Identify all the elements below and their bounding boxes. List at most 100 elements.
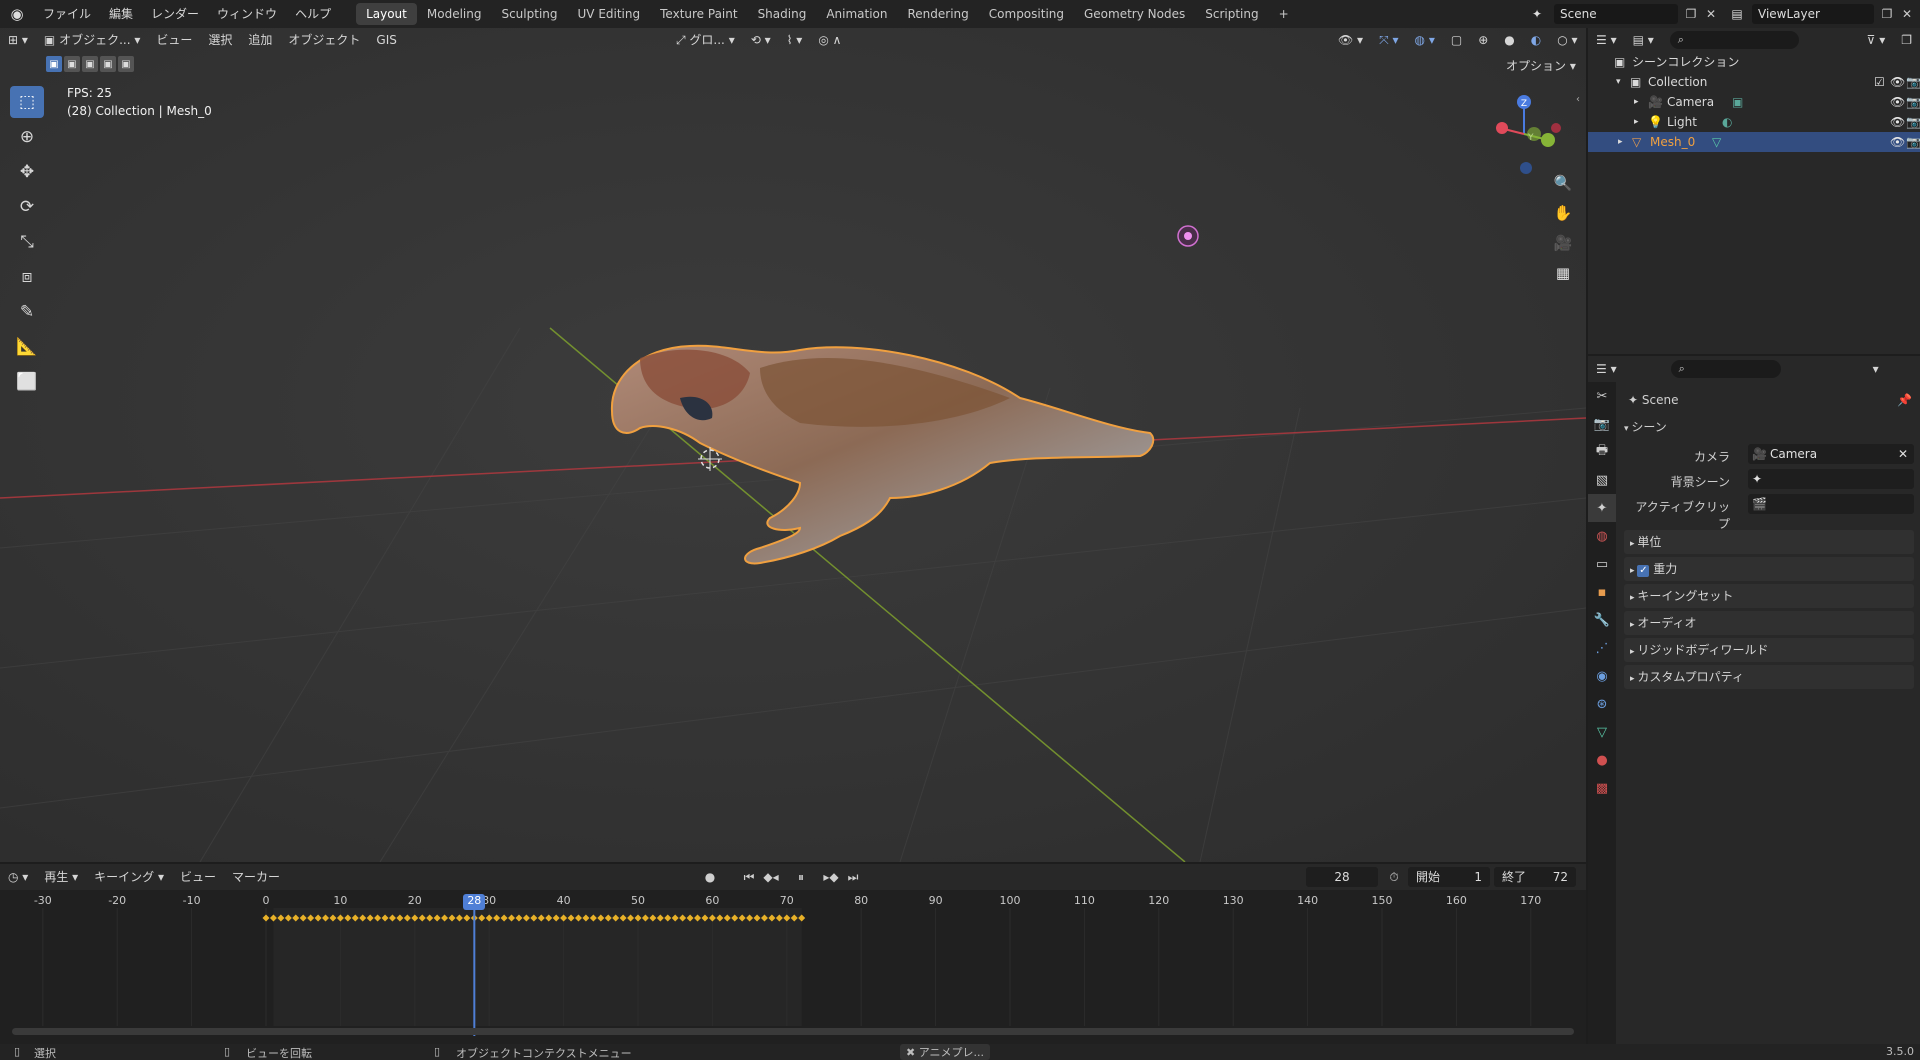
tab-layout[interactable]: Layout <box>356 3 417 25</box>
timeline-editor-type-icon[interactable]: ◷ ▾ <box>0 867 36 887</box>
physics-tab-icon[interactable]: ◉ <box>1588 662 1616 690</box>
object-tab-icon[interactable]: ▪ <box>1588 578 1616 606</box>
display-mode-icon[interactable]: ▤ ▾ <box>1625 30 1662 50</box>
keyframe[interactable] <box>262 914 270 922</box>
select-subtract-icon[interactable]: ▣ <box>82 56 98 72</box>
active-clip-field[interactable]: 🎬 <box>1748 494 1914 514</box>
start-frame-field[interactable]: 開始 1 <box>1408 867 1490 887</box>
menu-window[interactable]: ウィンドウ <box>208 0 286 28</box>
tab-scripting[interactable]: Scripting <box>1195 3 1268 25</box>
camera-render-icon[interactable]: 📷 <box>1906 92 1920 112</box>
outliner-row-light[interactable]: ▸ 💡 Light ◐ 👁 📷 <box>1588 112 1920 132</box>
move-tool-icon[interactable]: ✥ <box>10 156 44 188</box>
filter-icon[interactable]: ⊽ ▾ <box>1859 30 1894 50</box>
expand-camera-icon[interactable]: ▸ <box>1634 92 1639 112</box>
select-invert-icon[interactable]: ▣ <box>100 56 116 72</box>
annotate-tool-icon[interactable]: ✎ <box>10 296 44 328</box>
zoom-icon[interactable]: 🔍 <box>1550 170 1576 196</box>
transform-tool-icon[interactable]: ⧈ <box>10 261 44 293</box>
tab-animation[interactable]: Animation <box>816 3 897 25</box>
collection-eye-icon[interactable]: 👁 <box>1890 72 1905 92</box>
editor-type-icon[interactable]: ⊞ ▾ <box>0 30 36 50</box>
collection-render-icon[interactable]: 📷 <box>1906 72 1920 92</box>
material-tab-icon[interactable]: ● <box>1588 746 1616 774</box>
timeline-scrollbar[interactable] <box>12 1028 1574 1035</box>
cursor-tool-icon[interactable]: ⊕ <box>10 121 44 153</box>
expand-collection-icon[interactable]: ▾ <box>1616 72 1621 92</box>
panel-gravity[interactable]: ▸ ✓ 重力 <box>1624 557 1914 581</box>
camera-eye-icon[interactable]: 👁 <box>1890 92 1905 112</box>
blender-logo-icon[interactable]: ◉ <box>0 0 34 28</box>
overlays-toggle-icon[interactable]: ◍ ▾ <box>1407 30 1443 50</box>
select-box-tool-icon[interactable]: ⬚ <box>10 86 44 118</box>
data-tab-icon[interactable]: ▽ <box>1588 718 1616 746</box>
view-layer-icon[interactable]: ▤ <box>1726 4 1748 24</box>
output-tab-icon[interactable]: 🖶 <box>1588 438 1616 466</box>
collection-tab-icon[interactable]: ▭ <box>1588 550 1616 578</box>
menu-timeline-view[interactable]: ビュー <box>172 867 224 887</box>
new-view-layer-icon[interactable]: ❐ <box>1878 4 1896 24</box>
properties-search-input[interactable]: ⌕ <box>1670 360 1781 378</box>
animation-playback-status[interactable]: ✖ アニメプレ... <box>900 1044 990 1060</box>
menu-view[interactable]: ビュー <box>148 30 200 50</box>
options-dropdown[interactable]: オプション ▾ <box>1498 56 1584 76</box>
sidebar-toggle-icon[interactable]: ‹ <box>1576 94 1580 105</box>
auto-keying-icon[interactable]: ● <box>700 867 720 887</box>
select-intersect-icon[interactable]: ▣ <box>118 56 134 72</box>
panel-custom-properties[interactable]: ▸ カスタムプロパティ <box>1624 665 1914 689</box>
gizmo-toggle-icon[interactable]: ⤧ ▾ <box>1371 30 1406 50</box>
constraints-tab-icon[interactable]: ⊛ <box>1588 690 1616 718</box>
prev-keyframe-icon[interactable]: ◆◂ <box>762 867 780 887</box>
xray-toggle-icon[interactable]: ▢ <box>1443 30 1470 50</box>
menu-keying[interactable]: キーイング ▾ <box>86 867 172 887</box>
view-layer-tab-icon[interactable]: ▧ <box>1588 466 1616 494</box>
delete-view-layer-icon[interactable]: ✕ <box>1898 4 1916 24</box>
timeline-body[interactable] <box>0 908 1586 1036</box>
current-frame-field[interactable]: 28 <box>1306 867 1378 887</box>
measure-tool-icon[interactable]: 📐 <box>10 331 44 363</box>
shading-solid-icon[interactable]: ● <box>1496 30 1522 50</box>
panel-scene[interactable]: ▾ シーン <box>1624 416 1914 438</box>
jump-start-icon[interactable]: ⏮ <box>740 867 758 887</box>
light-render-icon[interactable]: 📷 <box>1906 112 1920 132</box>
scene-tab-icon[interactable]: ✦ <box>1588 494 1616 522</box>
light-eye-icon[interactable]: 👁 <box>1890 112 1905 132</box>
shading-rendered-icon[interactable]: ○ ▾ <box>1549 30 1585 50</box>
camera-field[interactable]: 🎥 Camera ✕ <box>1748 444 1914 464</box>
proportional-edit-icon[interactable]: ◎ ∧ <box>810 30 849 50</box>
pin-icon[interactable]: 📌 <box>1897 390 1912 410</box>
light-object-icon[interactable] <box>1177 225 1199 247</box>
outliner-row-collection[interactable]: ▾ ▣ Collection ☑ 👁 📷 <box>1588 72 1920 92</box>
jump-end-icon[interactable]: ⏭ <box>844 867 862 887</box>
mesh-eye-icon[interactable]: 👁 <box>1890 132 1905 152</box>
menu-object[interactable]: オブジェクト <box>280 30 368 50</box>
clear-camera-icon[interactable]: ✕ <box>1898 444 1908 464</box>
select-new-icon[interactable]: ▣ <box>46 56 62 72</box>
menu-gis[interactable]: GIS <box>368 30 404 50</box>
new-scene-icon[interactable]: ❐ <box>1682 4 1700 24</box>
pan-hand-icon[interactable]: ✋ <box>1550 200 1576 226</box>
interaction-mode-dropdown[interactable]: ▣ オブジェク... ▾ <box>36 30 148 50</box>
panel-units[interactable]: ▸ 単位 <box>1624 530 1914 554</box>
particles-tab-icon[interactable]: ⋰ <box>1588 634 1616 662</box>
delete-scene-icon[interactable]: ✕ <box>1702 4 1720 24</box>
tab-modeling[interactable]: Modeling <box>417 3 492 25</box>
outliner-row-mesh[interactable]: ▸ ▽ Mesh_0 ▽ 👁 📷 <box>1588 132 1920 152</box>
properties-editor-type-icon[interactable]: ☰ ▾ <box>1588 359 1625 379</box>
expand-light-icon[interactable]: ▸ <box>1634 112 1639 132</box>
menu-file[interactable]: ファイル <box>34 0 100 28</box>
next-keyframe-icon[interactable]: ▸◆ <box>822 867 840 887</box>
panel-keying-sets[interactable]: ▸ キーイングセット <box>1624 584 1914 608</box>
properties-options-icon[interactable]: ▾ <box>1865 359 1887 379</box>
pivot-point-icon[interactable]: ⟲ ▾ <box>743 30 779 50</box>
camera-view-icon[interactable]: 🎥 <box>1550 230 1576 256</box>
outliner-row-scene-collection[interactable]: ▣ シーンコレクション <box>1588 52 1920 72</box>
scene-icon[interactable]: ✦ <box>1526 4 1548 24</box>
menu-help[interactable]: ヘルプ <box>286 0 340 28</box>
menu-select[interactable]: 選択 <box>200 30 240 50</box>
tab-texture-paint[interactable]: Texture Paint <box>650 3 747 25</box>
background-scene-field[interactable]: ✦ <box>1748 469 1914 489</box>
outliner-editor-type-icon[interactable]: ☰ ▾ <box>1588 30 1625 50</box>
new-collection-icon[interactable]: ❐ <box>1893 30 1920 50</box>
rotate-tool-icon[interactable]: ⟳ <box>10 191 44 223</box>
